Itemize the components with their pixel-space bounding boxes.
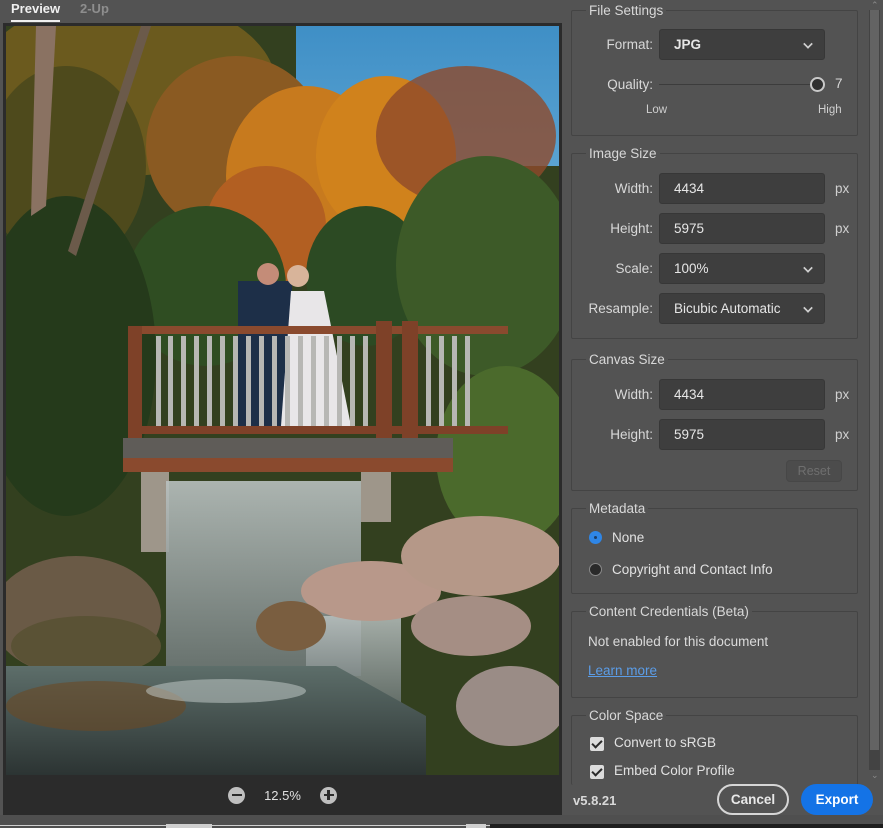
canvas-width-label: Width: — [614, 387, 653, 402]
quality-value: 7 — [835, 76, 843, 91]
version-label: v5.8.21 — [573, 793, 617, 808]
file-settings-title: File Settings — [586, 2, 667, 20]
cancel-button[interactable]: Cancel — [717, 784, 789, 815]
quality-low-label: Low — [646, 104, 668, 116]
chevron-down-icon — [803, 303, 813, 313]
image-height-input[interactable]: 5975 — [659, 213, 825, 244]
export-button[interactable]: Export — [801, 784, 873, 815]
image-width-input[interactable]: 4434 — [659, 173, 825, 204]
image-height-label: Height: — [610, 221, 653, 236]
minus-circle-icon — [231, 793, 242, 797]
preview-frame: 12.5% — [3, 23, 562, 815]
scale-label: Scale: — [615, 261, 653, 276]
quality-label: Quality: — [607, 77, 653, 92]
preview-image[interactable] — [6, 26, 559, 775]
metadata-group: Metadata — [571, 500, 858, 594]
format-select[interactable]: JPG — [659, 29, 825, 60]
metadata-none-radio[interactable] — [589, 531, 602, 544]
image-height-unit: px — [835, 221, 850, 236]
tab-preview[interactable]: Preview — [11, 0, 61, 22]
metadata-copyright-label[interactable]: Copyright and Contact Info — [612, 562, 773, 577]
canvas-height-input[interactable]: 5975 — [659, 419, 825, 450]
content-credentials-title: Content Credentials (Beta) — [586, 603, 752, 621]
content-credentials-group: Content Credentials (Beta) — [571, 603, 858, 698]
convert-srgb-label[interactable]: Convert to sRGB — [614, 735, 716, 750]
content-credentials-status: Not enabled for this document — [588, 634, 769, 649]
metadata-title: Metadata — [586, 500, 649, 518]
horizontal-scrollbar-track — [0, 825, 490, 826]
metadata-none-label[interactable]: None — [612, 530, 644, 545]
photo-illustration — [6, 26, 559, 775]
settings-scrollbar-thumb[interactable] — [870, 10, 879, 750]
quality-high-label: High — [818, 104, 842, 116]
embed-profile-label[interactable]: Embed Color Profile — [614, 763, 735, 778]
zoom-level: 12.5% — [264, 787, 301, 803]
color-space-title: Color Space — [586, 707, 667, 725]
preview-tabs: Preview 2-Up — [0, 0, 565, 22]
quality-slider-track[interactable] — [659, 84, 817, 85]
resample-select[interactable]: Bicubic Automatic — [659, 293, 825, 324]
image-size-title: Image Size — [586, 145, 660, 163]
scroll-up-icon[interactable]: ⌃ — [871, 0, 879, 11]
zoom-controls: 12.5% — [3, 775, 562, 815]
scale-select[interactable]: 100% — [659, 253, 825, 284]
canvas-height-label: Height: — [610, 427, 653, 442]
bottom-edge — [490, 824, 883, 828]
metadata-copyright-radio[interactable] — [589, 563, 602, 576]
zoom-out-button[interactable] — [228, 786, 245, 804]
canvas-height-unit: px — [835, 427, 850, 442]
zoom-in-button[interactable] — [320, 786, 337, 804]
image-width-unit: px — [835, 181, 850, 196]
image-width-label: Width: — [614, 181, 653, 196]
canvas-width-input[interactable]: 4434 — [659, 379, 825, 410]
export-settings-panel: File Settings Format: JPG Quality: 7 Low… — [565, 0, 870, 785]
resample-label: Resample: — [588, 301, 653, 316]
horizontal-scrollbar-thumb[interactable] — [166, 824, 212, 828]
chevron-down-icon — [803, 39, 813, 49]
chevron-down-icon — [803, 263, 813, 273]
quality-slider-thumb[interactable] — [810, 77, 825, 92]
format-label: Format: — [606, 37, 653, 52]
learn-more-link[interactable]: Learn more — [588, 663, 657, 678]
scroll-down-icon[interactable]: ⌄ — [871, 770, 879, 781]
convert-srgb-checkbox[interactable] — [590, 737, 604, 751]
embed-profile-checkbox[interactable] — [590, 765, 604, 779]
tab-2-up[interactable]: 2-Up — [80, 0, 109, 17]
reset-button[interactable]: Reset — [786, 460, 842, 482]
canvas-size-title: Canvas Size — [586, 351, 668, 369]
horizontal-scrollbar-marker — [466, 824, 486, 828]
canvas-width-unit: px — [835, 387, 850, 402]
